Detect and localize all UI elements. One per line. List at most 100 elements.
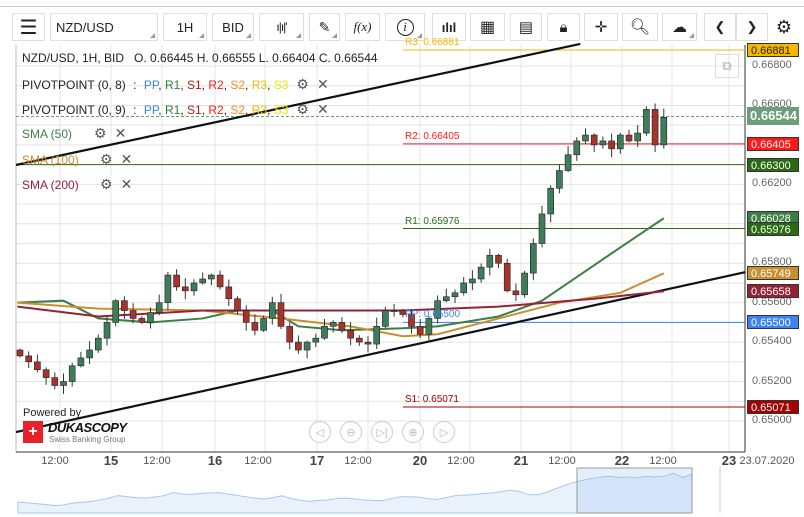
x-tick-label: 17 xyxy=(309,453,325,468)
candle-body xyxy=(286,326,294,343)
candle-body xyxy=(495,255,502,264)
gear-icon[interactable]: ⚙ xyxy=(296,76,309,93)
crosshair-icon: ✛ xyxy=(594,19,608,36)
candlestick-icon: ı|ı|' xyxy=(276,20,287,34)
candle-body xyxy=(643,109,650,134)
zoom-in-button[interactable]: ⊕ xyxy=(402,421,424,443)
calendar-button[interactable]: ▦ xyxy=(470,13,505,41)
gear-icon[interactable]: ⚙ xyxy=(296,101,309,118)
x-tick-label: 15 xyxy=(103,453,119,468)
candle-body xyxy=(173,274,180,288)
candle-body xyxy=(512,290,520,296)
candle-body xyxy=(616,134,624,150)
hamburger-icon: ☰ xyxy=(19,16,38,39)
sma-label: SMA (200) xyxy=(22,177,79,192)
settings-button[interactable]: ⚙ xyxy=(772,13,796,41)
triangle-left-icon: ◁ xyxy=(315,426,325,439)
sma50-legend: SMA (50) ⚙ ✕ xyxy=(22,125,126,142)
symbol-select[interactable]: NZD/USD xyxy=(50,13,158,41)
candle-body xyxy=(590,134,598,146)
y-tick-label: 0.65200 xyxy=(752,374,792,387)
candle-body xyxy=(208,274,215,280)
timeframe-label: 1H xyxy=(176,19,194,35)
level-label: R3: 0.66881 xyxy=(405,37,460,49)
zoom-out-icon: ⊖ xyxy=(346,426,356,439)
chart-type-button[interactable]: ı|ı|' xyxy=(259,13,304,41)
scroll-right-button[interactable]: ▷ xyxy=(433,421,455,443)
zoom-button[interactable]: 🔍︎ xyxy=(622,13,658,41)
draw-tool-button[interactable]: ✎ xyxy=(309,13,340,41)
close-icon[interactable]: ✕ xyxy=(121,176,133,193)
close-icon[interactable]: ✕ xyxy=(317,101,329,118)
x-tick-label: 12:00 xyxy=(548,455,576,467)
timeframe-select[interactable]: 1H xyxy=(163,13,207,41)
side-select[interactable]: BID xyxy=(212,13,254,41)
crosshair-button[interactable]: ✛ xyxy=(584,13,618,41)
close-icon[interactable]: ✕ xyxy=(317,76,329,93)
candle-body xyxy=(303,341,311,351)
indicators-button[interactable]: f(x) xyxy=(345,13,380,41)
symbol-label: NZD/USD xyxy=(56,19,114,35)
triangle-right-icon: ▷ xyxy=(439,426,449,439)
candle-body xyxy=(382,310,389,327)
prev-button[interactable]: ❮ xyxy=(704,13,736,41)
date-label: 23.07.2020 xyxy=(739,455,795,467)
candle-body xyxy=(95,337,102,351)
candle xyxy=(521,270,528,298)
price-badge: 0.65071 xyxy=(747,399,799,414)
x-tick-label: 12:00 xyxy=(344,455,372,467)
pivot-part-s3: S3 xyxy=(273,77,289,92)
x-tick-label: 22 xyxy=(614,453,630,468)
candle-body xyxy=(138,318,146,323)
pivot-part-s3: S3 xyxy=(273,102,289,117)
menu-button[interactable]: ☰ xyxy=(12,13,45,41)
pivot-part-r2: R2 xyxy=(208,102,224,117)
candle-body xyxy=(329,322,337,327)
candle-body xyxy=(425,318,433,335)
ohlc-text: NZD/USD, 1H, BID O. 0.66445 H. 0.66555 L… xyxy=(22,51,378,65)
pivot-part-pp: PP xyxy=(143,102,159,117)
news-button[interactable]: ▤ xyxy=(510,13,542,41)
gear-icon[interactable]: ⚙ xyxy=(100,176,113,193)
candle-body xyxy=(451,292,459,298)
scroll-left-button[interactable]: ◁ xyxy=(309,421,331,443)
next-button[interactable]: ❯ xyxy=(736,13,768,41)
pivot-part-r3: R3 xyxy=(251,102,268,117)
candle-body xyxy=(86,349,93,359)
popout-button[interactable]: ⧉ xyxy=(715,54,739,78)
go-to-end-button[interactable]: ▷| xyxy=(371,421,393,443)
price-badge: 0.66300 xyxy=(747,157,799,172)
zoom-out-button[interactable]: ⊖ xyxy=(340,421,362,443)
swiss-cross-logo: + xyxy=(23,421,43,443)
close-icon[interactable]: ✕ xyxy=(121,151,133,168)
ohlc-legend: NZD/USD, 1H, BID O. 0.66445 H. 0.66555 L… xyxy=(22,51,378,65)
candle-body xyxy=(460,282,468,294)
level-label: PP: 0.65500 xyxy=(405,309,461,321)
candle-body xyxy=(42,369,50,378)
candle-body xyxy=(564,154,572,171)
brand-tagline: Swiss Banking Group xyxy=(49,435,126,444)
gear-icon[interactable]: ⚙ xyxy=(100,151,113,168)
candle xyxy=(503,258,511,293)
price-badge: 0.65749 xyxy=(747,266,799,281)
pivot-part-r1: R1 xyxy=(164,102,181,117)
comma: , xyxy=(180,102,187,117)
pivot-part-s2: S2 xyxy=(230,77,246,92)
pivot-part-r2: R2 xyxy=(208,77,224,92)
pivot-part-s1: S1 xyxy=(186,102,202,117)
candle-body xyxy=(312,337,320,343)
pen-icon: ✎ xyxy=(318,18,331,35)
candle-body xyxy=(442,296,450,301)
candle-body xyxy=(121,300,128,311)
chevron-left-icon: ❮ xyxy=(714,19,726,34)
candle-body xyxy=(251,322,259,331)
sma-label: SMA (50) xyxy=(22,126,73,141)
close-icon[interactable]: ✕ xyxy=(115,125,127,142)
separator: : xyxy=(129,77,140,92)
candle-body xyxy=(25,355,33,363)
upload-button[interactable]: ☁ xyxy=(662,13,697,41)
y-tick-label: 0.65400 xyxy=(752,335,792,348)
lock-button[interactable]: 🔒︎ xyxy=(547,13,580,41)
x-tick-label: 20 xyxy=(412,453,428,468)
gear-icon[interactable]: ⚙ xyxy=(94,125,107,142)
